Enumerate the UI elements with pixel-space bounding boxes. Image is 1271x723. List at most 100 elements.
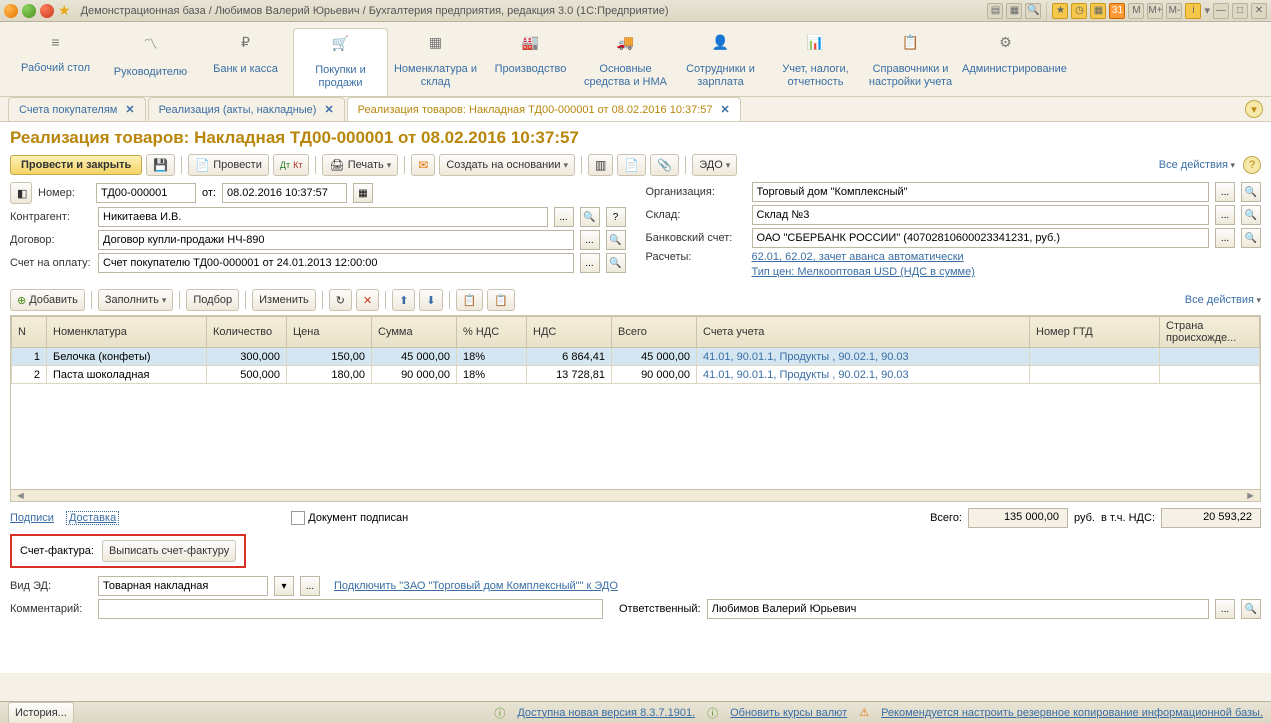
window-menu-icon[interactable]	[4, 4, 18, 18]
window-btn[interactable]	[40, 4, 54, 18]
calendar-icon[interactable]: 31	[1109, 3, 1125, 19]
minimize-icon[interactable]: —	[1213, 3, 1229, 19]
post-button[interactable]: 📄Провести	[188, 154, 269, 176]
ed-type-field[interactable]	[98, 576, 268, 596]
select-button[interactable]: ...	[1215, 205, 1235, 225]
backup-link[interactable]: Рекомендуется настроить резервное копиро…	[881, 707, 1263, 719]
favorites-icon[interactable]: ★	[1052, 3, 1068, 19]
version-link[interactable]: Доступна новая версия 8.3.7.1901.	[517, 707, 695, 719]
dt-kt-button[interactable]: ДтКт	[273, 154, 310, 176]
select-items-button[interactable]: Подбор	[186, 289, 239, 311]
col-name[interactable]: Номенклатура	[47, 317, 207, 348]
fill-button[interactable]: Заполнить	[98, 289, 174, 311]
select-button[interactable]: ...	[1215, 228, 1235, 248]
col-total[interactable]: Всего	[612, 317, 697, 348]
delete-row-button[interactable]: ✕	[356, 289, 379, 311]
open-button[interactable]: 🔍	[1241, 205, 1261, 225]
report-button[interactable]: ▥	[588, 154, 613, 176]
tab-close-icon[interactable]: ✕	[721, 103, 730, 116]
attach-button[interactable]: 📎	[650, 154, 679, 176]
titlebar-tool-icon[interactable]: ▦	[1006, 3, 1022, 19]
nav-refs[interactable]: 📋Справочники и настройки учета	[863, 28, 958, 96]
open-button[interactable]: 🔍	[1241, 599, 1261, 619]
select-button[interactable]: ...	[1215, 599, 1235, 619]
col-vat[interactable]: НДС	[527, 317, 612, 348]
select-button[interactable]: ...	[580, 230, 600, 250]
help-button[interactable]: ?	[606, 207, 626, 227]
tab-current-doc[interactable]: Реализация товаров: Накладная ТД00-00000…	[347, 97, 741, 121]
responsible-field[interactable]	[707, 599, 1209, 619]
edo-connect-link[interactable]: Подключить "ЗАО "Торговый дом Комплексны…	[334, 580, 618, 592]
warehouse-field[interactable]	[752, 205, 1210, 225]
files-button[interactable]: 📄	[617, 154, 646, 176]
table-row[interactable]: 1 Белочка (конфеты) 300,000 150,00 45 00…	[12, 348, 1260, 366]
date-field[interactable]	[222, 183, 347, 203]
invoice-field[interactable]	[98, 253, 574, 273]
edo-button[interactable]: ЭДО	[692, 154, 737, 176]
col-sum[interactable]: Сумма	[372, 317, 457, 348]
col-qty[interactable]: Количество	[207, 317, 287, 348]
calc-icon[interactable]: ▦	[1090, 3, 1106, 19]
all-actions-menu[interactable]: Все действия	[1159, 159, 1235, 171]
help-button[interactable]: ?	[1243, 156, 1261, 174]
scroll-right-icon[interactable]: ►	[1241, 490, 1260, 502]
horizontal-scrollbar[interactable]: ◄ ►	[10, 490, 1261, 502]
accounts-link[interactable]: 41.01, 90.01.1, Продукты , 90.02.1, 90.0…	[703, 351, 909, 363]
save-button[interactable]: 💾	[146, 154, 175, 176]
nav-sales[interactable]: 🛒Покупки и продажи	[293, 28, 388, 96]
tab-close-icon[interactable]: ✕	[125, 103, 134, 116]
select-button[interactable]: ...	[300, 576, 320, 596]
nav-inventory[interactable]: ▦Номенклатура и склад	[388, 28, 483, 96]
clipboard-copy-button[interactable]: 📋	[456, 289, 484, 311]
open-button[interactable]: 🔍	[606, 230, 626, 250]
info-icon[interactable]: i	[1185, 3, 1201, 19]
open-button[interactable]: 🔍	[606, 253, 626, 273]
tabs-menu-icon[interactable]: ▾	[1245, 100, 1263, 118]
rates-link[interactable]: Обновить курсы валют	[730, 707, 847, 719]
comment-field[interactable]	[98, 599, 603, 619]
add-row-button[interactable]: ⊕Добавить	[10, 289, 85, 311]
copy-row-button[interactable]: ↻	[329, 289, 352, 311]
history-icon[interactable]: ◷	[1071, 3, 1087, 19]
col-country[interactable]: Страна происхожде...	[1160, 317, 1260, 348]
tab-sales[interactable]: Реализация (акты, накладные)✕	[148, 97, 345, 121]
nav-assets[interactable]: 🚚Основные средства и НМА	[578, 28, 673, 96]
tab-close-icon[interactable]: ✕	[324, 103, 333, 116]
counterparty-field[interactable]	[98, 207, 548, 227]
nav-production[interactable]: 🏭Производство	[483, 28, 578, 96]
dropdown-button[interactable]: ▾	[274, 576, 294, 596]
signatures-link[interactable]: Подписи	[10, 512, 54, 524]
signed-checkbox[interactable]	[291, 511, 305, 525]
close-icon[interactable]: ✕	[1251, 3, 1267, 19]
m-minus-btn[interactable]: M-	[1166, 3, 1182, 19]
select-button[interactable]: ...	[554, 207, 574, 227]
window-btn[interactable]	[22, 4, 36, 18]
nav-hr[interactable]: 👤Сотрудники и зарплата	[673, 28, 768, 96]
delivery-link[interactable]: Доставка	[66, 511, 119, 525]
col-price[interactable]: Цена	[287, 317, 372, 348]
col-gtd[interactable]: Номер ГТД	[1030, 317, 1160, 348]
calc-link[interactable]: 62.01, 62.02, зачет аванса автоматически	[752, 251, 964, 263]
star-icon[interactable]: ★	[58, 2, 71, 19]
clipboard-paste-button[interactable]: 📋	[487, 289, 515, 311]
nav-admin[interactable]: ⚙Администрирование	[958, 28, 1053, 96]
col-vat-rate[interactable]: % НДС	[457, 317, 527, 348]
tab-invoices[interactable]: Счета покупателям✕	[8, 97, 146, 121]
grid-all-actions[interactable]: Все действия	[1185, 294, 1261, 306]
move-down-button[interactable]: ⬇	[419, 289, 442, 311]
post-and-close-button[interactable]: Провести и закрыть	[10, 155, 142, 175]
calendar-button[interactable]: ▦	[353, 183, 373, 203]
create-invoice-button[interactable]: Выписать счет-фактуру	[102, 540, 236, 562]
number-field[interactable]	[96, 183, 196, 203]
select-button[interactable]: ...	[580, 253, 600, 273]
table-row[interactable]: 2 Паста шоколадная 500,000 180,00 90 000…	[12, 366, 1260, 384]
create-based-button[interactable]: Создать на основании	[439, 154, 575, 176]
m-btn[interactable]: M	[1128, 3, 1144, 19]
open-button[interactable]: 🔍	[580, 207, 600, 227]
contract-field[interactable]	[98, 230, 574, 250]
select-button[interactable]: ...	[1215, 182, 1235, 202]
open-button[interactable]: 🔍	[1241, 228, 1261, 248]
structure-button[interactable]: ◧	[10, 182, 32, 204]
move-up-button[interactable]: ⬆	[392, 289, 415, 311]
nav-manager[interactable]: 〽Руководителю	[103, 28, 198, 96]
